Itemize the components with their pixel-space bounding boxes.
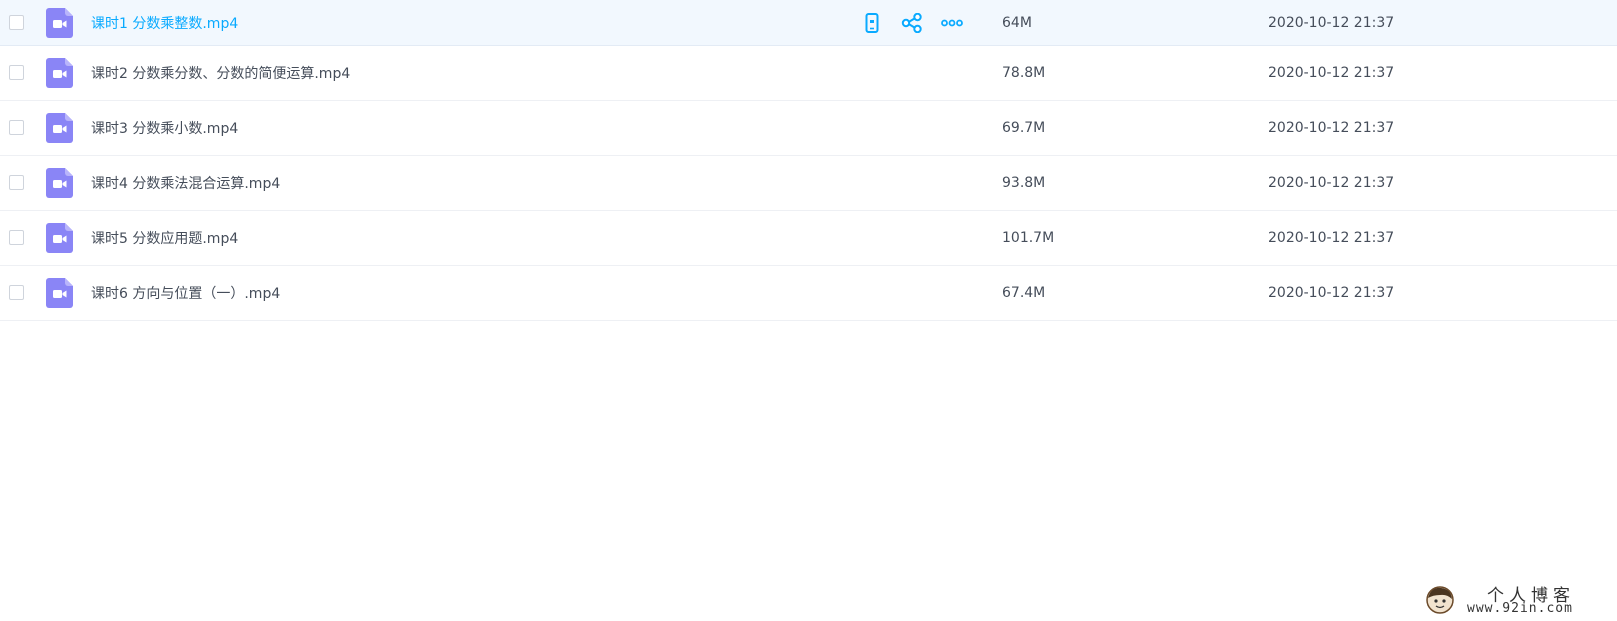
- row-checkbox[interactable]: [9, 175, 24, 190]
- row-checkbox[interactable]: [9, 120, 24, 135]
- file-row[interactable]: 课时5 分数应用题.mp4 101.7M 2020-10-12 21:37: [0, 211, 1617, 266]
- file-name-link[interactable]: 课时3 分数乘小数.mp4: [91, 118, 238, 138]
- video-file-icon: [46, 7, 73, 38]
- file-date: 2020-10-12 21:37: [1268, 285, 1395, 301]
- share-icon[interactable]: [900, 11, 924, 35]
- file-list: 课时1 分数乘整数.mp4 64M 2020-10-12 21:37 课时2 分…: [0, 0, 1617, 321]
- file-date: 2020-10-12 21:37: [1268, 14, 1395, 31]
- file-row[interactable]: 课时1 分数乘整数.mp4 64M 2020-10-12 21:37: [0, 0, 1617, 46]
- video-file-icon: [46, 168, 73, 198]
- file-date: 2020-10-12 21:37: [1268, 175, 1395, 191]
- file-size: 101.7M: [1002, 230, 1055, 246]
- more-icon[interactable]: [940, 11, 964, 35]
- file-row[interactable]: 课时6 方向与位置（一）.mp4 67.4M 2020-10-12 21:37: [0, 266, 1617, 321]
- file-name-link[interactable]: 课时6 方向与位置（一）.mp4: [91, 283, 280, 303]
- blog-watermark: 个人博客 www.92in.com: [1425, 580, 1615, 620]
- file-date: 2020-10-12 21:37: [1268, 230, 1395, 246]
- file-size: 64M: [1002, 14, 1032, 31]
- row-checkbox[interactable]: [9, 230, 24, 245]
- file-size: 67.4M: [1002, 285, 1046, 301]
- file-name-link[interactable]: 课时5 分数应用题.mp4: [91, 228, 238, 248]
- file-name-link[interactable]: 课时2 分数乘分数、分数的简便运算.mp4: [91, 63, 350, 83]
- row-checkbox[interactable]: [9, 65, 24, 80]
- file-date: 2020-10-12 21:37: [1268, 120, 1395, 136]
- video-file-icon: [46, 113, 73, 143]
- watermark-url: www.92in.com: [1467, 601, 1573, 616]
- file-size: 69.7M: [1002, 120, 1046, 136]
- row-checkbox[interactable]: [9, 285, 24, 300]
- avatar-icon: [1426, 586, 1454, 614]
- file-name-link[interactable]: 课时4 分数乘法混合运算.mp4: [91, 173, 280, 193]
- video-file-icon: [46, 278, 73, 308]
- file-row[interactable]: 课时4 分数乘法混合运算.mp4 93.8M 2020-10-12 21:37: [0, 156, 1617, 211]
- file-date: 2020-10-12 21:37: [1268, 65, 1395, 81]
- file-row[interactable]: 课时3 分数乘小数.mp4 69.7M 2020-10-12 21:37: [0, 101, 1617, 156]
- file-row[interactable]: 课时2 分数乘分数、分数的简便运算.mp4 78.8M 2020-10-12 2…: [0, 46, 1617, 101]
- file-size: 78.8M: [1002, 65, 1046, 81]
- phone-icon[interactable]: [860, 11, 884, 35]
- file-name-link[interactable]: 课时1 分数乘整数.mp4: [91, 13, 238, 33]
- row-checkbox[interactable]: [9, 14, 24, 30]
- file-size: 93.8M: [1002, 175, 1046, 191]
- video-file-icon: [46, 58, 73, 88]
- video-file-icon: [46, 223, 73, 253]
